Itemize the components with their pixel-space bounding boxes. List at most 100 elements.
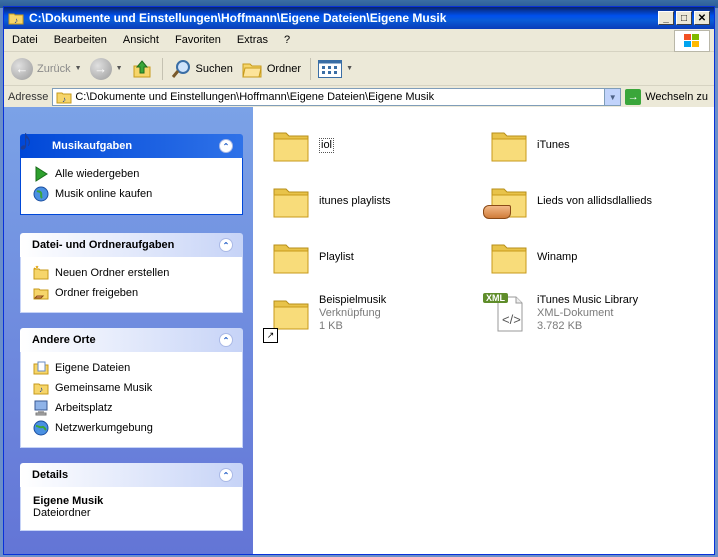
- folder-item[interactable]: itunes playlists: [271, 181, 391, 221]
- address-dropdown-icon[interactable]: ▼: [604, 89, 621, 105]
- shortcut-item[interactable]: ↗ Beispielmusik Verknüpfung 1 KB: [263, 293, 386, 343]
- other-places-header[interactable]: Andere Orte ⌃: [20, 328, 243, 352]
- file-name: iol: [319, 137, 335, 153]
- folder-icon: [271, 125, 311, 165]
- xml-file-item[interactable]: </> XML iTunes Music Library XML-Dokumen…: [483, 293, 638, 333]
- file-type: Verknüpfung: [319, 306, 381, 319]
- share-folder-icon: [33, 288, 49, 300]
- up-button[interactable]: [128, 56, 156, 82]
- views-icon: [318, 59, 343, 78]
- other-places-body: Eigene Dateien ♪ Gemeinsame Musik Arbeit…: [20, 352, 243, 448]
- folder-icon: [489, 125, 529, 165]
- search-label: Suchen: [195, 62, 233, 75]
- file-name: Lieds von allidsdlallieds: [537, 194, 652, 207]
- folder-music-icon: ♪: [8, 13, 24, 25]
- file-size: 1 KB: [319, 319, 343, 332]
- folders-icon: [242, 63, 262, 77]
- place-my-computer[interactable]: Arbeitsplatz: [33, 398, 232, 418]
- menu-bearbeiten[interactable]: Bearbeiten: [46, 34, 115, 46]
- music-tasks-panel: ♪ Musikaufgaben ⌃ Alle wiedergeben Musik…: [18, 126, 243, 215]
- go-label: Wechseln zu: [645, 91, 708, 103]
- svg-text:♪: ♪: [14, 16, 18, 25]
- task-play-all[interactable]: Alle wiedergeben: [33, 164, 232, 184]
- collapse-icon[interactable]: ⌃: [219, 468, 233, 482]
- details-body: Eigene Musik Dateiordner: [20, 487, 243, 531]
- address-bar: Adresse ♪ C:\Dokumente und Einstellungen…: [4, 86, 714, 109]
- details-title: Details: [32, 469, 69, 481]
- shared-folder-item[interactable]: Lieds von allidsdlallieds: [483, 181, 652, 221]
- place-label: Eigene Dateien: [55, 362, 131, 374]
- music-tasks-body: Alle wiedergeben Musik online kaufen: [20, 158, 243, 215]
- search-button[interactable]: Suchen: [167, 56, 236, 82]
- close-button[interactable]: ✕: [694, 11, 710, 25]
- toolbar-separator: [161, 57, 163, 80]
- music-tasks-header[interactable]: ♪ Musikaufgaben ⌃: [18, 126, 243, 158]
- xml-document-icon: </> XML: [483, 293, 529, 333]
- forward-arrow-icon: →: [89, 57, 112, 80]
- folder-item[interactable]: Playlist: [271, 237, 354, 277]
- collapse-icon[interactable]: ⌃: [219, 333, 233, 347]
- toolbar-separator: [310, 57, 312, 80]
- folder-item[interactable]: iTunes: [489, 125, 570, 165]
- forward-button[interactable]: → ▼: [87, 56, 126, 82]
- svg-text:♪: ♪: [39, 385, 43, 394]
- menu-bar: Datei Bearbeiten Ansicht Favoriten Extra…: [4, 29, 714, 52]
- file-list: iol iTunes itunes playlists Lieds von al…: [253, 107, 714, 554]
- shared-music-folder-icon: ♪: [33, 383, 49, 395]
- task-buy-music-online[interactable]: Musik online kaufen: [33, 184, 232, 204]
- details-name: Eigene Musik: [33, 495, 104, 507]
- place-my-documents[interactable]: Eigene Dateien: [33, 358, 232, 378]
- menu-help[interactable]: ?: [276, 34, 298, 46]
- documents-folder-icon: [33, 361, 49, 375]
- folders-label: Ordner: [266, 62, 302, 75]
- play-icon: [35, 166, 48, 182]
- task-new-folder[interactable]: Neuen Ordner erstellen: [33, 263, 232, 283]
- task-share-folder[interactable]: Ordner freigeben: [33, 283, 232, 303]
- folder-icon: [489, 237, 529, 277]
- globe-icon: [33, 186, 49, 202]
- folder-item[interactable]: iol: [271, 125, 335, 165]
- details-panel: Details ⌃ Eigene Musik Dateiordner: [20, 463, 243, 531]
- search-icon: [171, 59, 190, 78]
- folder-item[interactable]: Winamp: [489, 237, 577, 277]
- menu-datei[interactable]: Datei: [4, 34, 46, 46]
- file-name: itunes playlists: [319, 194, 391, 207]
- task-label: Ordner freigeben: [55, 287, 139, 299]
- network-globe-icon: [33, 420, 49, 436]
- maximize-button[interactable]: □: [676, 11, 692, 25]
- place-network[interactable]: Netzwerkumgebung: [33, 418, 232, 438]
- views-button[interactable]: ▼: [315, 58, 356, 80]
- minimize-button[interactable]: _: [658, 11, 674, 25]
- menu-extras[interactable]: Extras: [229, 34, 276, 46]
- other-places-panel: Andere Orte ⌃ Eigene Dateien ♪ Gemeinsam…: [20, 328, 243, 448]
- menu-ansicht[interactable]: Ansicht: [115, 34, 167, 46]
- collapse-icon[interactable]: ⌃: [219, 238, 233, 252]
- new-folder-icon: [33, 265, 49, 280]
- back-dropdown-icon[interactable]: ▼: [75, 65, 82, 72]
- share-hand-icon: [483, 205, 511, 219]
- forward-dropdown-icon[interactable]: ▼: [116, 65, 123, 72]
- collapse-icon[interactable]: ⌃: [219, 139, 233, 153]
- title-bar[interactable]: ♪ C:\Dokumente und Einstellungen\Hoffman…: [4, 7, 714, 29]
- address-input[interactable]: ♪ C:\Dokumente und Einstellungen\Hoffman…: [52, 88, 622, 106]
- menu-favoriten[interactable]: Favoriten: [167, 34, 229, 46]
- file-name: Winamp: [537, 250, 578, 263]
- shared-folder-icon: [483, 181, 529, 221]
- back-arrow-icon: ←: [11, 57, 33, 80]
- folders-button[interactable]: Ordner: [238, 56, 304, 82]
- views-dropdown-icon[interactable]: ▼: [346, 65, 353, 72]
- file-size: 3.782 KB: [537, 319, 583, 332]
- music-note-icon: ♪: [18, 124, 33, 157]
- folder-icon: [271, 181, 311, 221]
- file-name: iTunes: [537, 138, 570, 151]
- content-area: ♪ Musikaufgaben ⌃ Alle wiedergeben Musik…: [4, 107, 714, 554]
- place-shared-music[interactable]: ♪ Gemeinsame Musik: [33, 378, 232, 398]
- music-tasks-title: Musikaufgaben: [52, 140, 133, 152]
- details-header[interactable]: Details ⌃: [20, 463, 243, 487]
- file-folder-tasks-header[interactable]: Datei- und Ordneraufgaben ⌃: [20, 233, 243, 257]
- back-button[interactable]: ← Zurück ▼: [8, 56, 85, 82]
- task-pane: ♪ Musikaufgaben ⌃ Alle wiedergeben Musik…: [4, 107, 253, 554]
- go-button[interactable]: → Wechseln zu: [625, 89, 708, 105]
- toolbar: ← Zurück ▼ → ▼ Suchen Ordner ▼: [4, 52, 714, 86]
- task-label: Musik online kaufen: [55, 188, 153, 200]
